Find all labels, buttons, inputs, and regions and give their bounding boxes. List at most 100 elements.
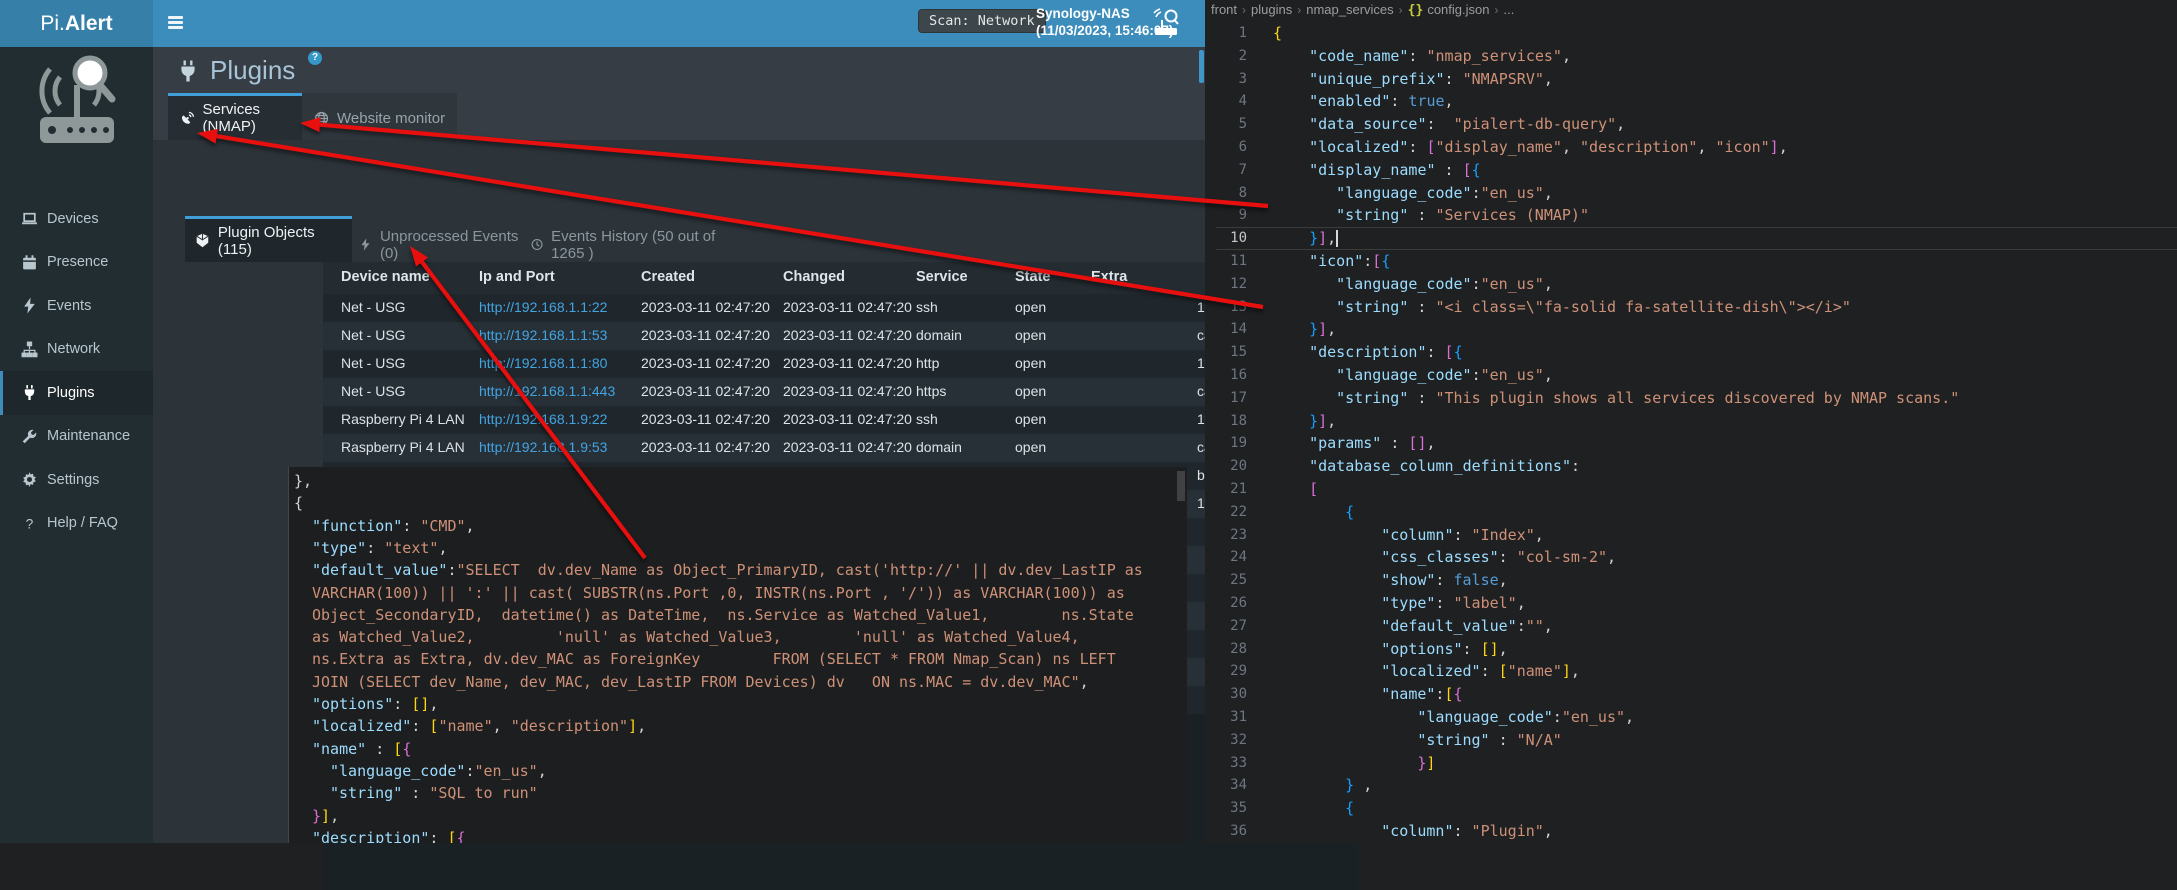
editor-line[interactable]: 36"column": "Plugin", <box>1205 820 2177 843</box>
tab-events-history-50-out-of-1265[interactable]: Events History (50 out of 1265 ) <box>521 223 721 266</box>
editor-line[interactable]: 33}] <box>1205 752 2177 775</box>
json-file-icon: {} <box>1408 3 1424 18</box>
editor-line[interactable]: 27"default_value":"", <box>1205 615 2177 638</box>
editor-line[interactable]: 32"string" : "N/A" <box>1205 729 2177 752</box>
editor-line[interactable]: 28"options": [], <box>1205 638 2177 661</box>
column-header-device-name[interactable]: Device name <box>341 269 430 285</box>
hamburger-menu-icon[interactable] <box>168 16 183 29</box>
service-cell: domain <box>916 327 962 343</box>
satellite-dish-icon <box>180 111 195 126</box>
editor-line[interactable]: 14}], <box>1205 318 2177 341</box>
breadcrumb-item[interactable]: front <box>1211 2 1237 17</box>
ip-port-link[interactable]: http://192.168.1.1:53 <box>479 327 607 343</box>
column-header-created[interactable]: Created <box>641 269 695 285</box>
sql-code-line: as Watched_Value2, 'null' as Watched_Val… <box>289 626 1187 648</box>
sidebar-item-label: Plugins <box>47 385 95 401</box>
editor-line[interactable]: 30"name":[{ <box>1205 683 2177 706</box>
page-title-text: Plugins <box>210 55 295 86</box>
ip-port-link[interactable]: http://192.168.1.9:53 <box>479 439 607 455</box>
column-header-ip-and-port[interactable]: Ip and Port <box>479 269 555 285</box>
column-header-changed[interactable]: Changed <box>783 269 845 285</box>
editor-line[interactable]: 4"enabled": true, <box>1205 90 2177 113</box>
sidebar-item-presence[interactable]: Presence <box>0 241 153 285</box>
ip-port-link[interactable]: http://192.168.1.1:80 <box>479 355 607 371</box>
breadcrumb-item[interactable]: nmap_services <box>1306 2 1393 17</box>
clock-icon <box>531 237 543 252</box>
tab-unprocessed-events-0[interactable]: Unprocessed Events (0) <box>349 223 519 266</box>
editor-line[interactable]: 25"show": false, <box>1205 569 2177 592</box>
breadcrumb[interactable]: front›plugins›nmap_services›{}config.jso… <box>1211 1 1514 19</box>
editor-line[interactable]: 6"localized": ["display_name", "descript… <box>1205 136 2177 159</box>
ip-port-link[interactable]: http://192.168.1.1:22 <box>479 299 607 315</box>
ip-port-link[interactable]: http://192.168.1.9:22 <box>479 411 607 427</box>
state-cell: open <box>1015 355 1046 371</box>
editor-line[interactable]: 21[ <box>1205 478 2177 501</box>
changed-cell: 2023-03-11 02:47:20 <box>783 439 912 455</box>
sql-code-line: "name" : [{ <box>289 738 1187 760</box>
created-cell: 2023-03-11 02:47:20 <box>641 411 770 427</box>
table-row[interactable]: Net - USGhttp://192.168.1.1:222023-03-11… <box>323 294 1358 322</box>
code-editor[interactable]: front›plugins›nmap_services›{}config.jso… <box>1205 0 2177 843</box>
editor-line[interactable]: 9"string" : "Services (NMAP)" <box>1205 204 2177 227</box>
table-row[interactable]: Net - USGhttp://192.168.1.1:4432023-03-1… <box>323 378 1358 406</box>
editor-line[interactable]: 8"language_code":"en_us", <box>1205 182 2177 205</box>
sql-code-line: VARCHAR(100)) || ':' || cast( SUBSTR(ns.… <box>289 582 1187 604</box>
breadcrumb-item[interactable]: plugins <box>1251 2 1292 17</box>
sql-code-line: Object_SecondaryID, datetime() as DateTi… <box>289 604 1187 626</box>
table-row[interactable]: Net - USGhttp://192.168.1.1:802023-03-11… <box>323 350 1358 378</box>
editor-line[interactable]: 15"description": [{ <box>1205 341 2177 364</box>
sidebar-item-plugins[interactable]: Plugins <box>0 371 153 415</box>
tab-plugin-objects-115[interactable]: Plugin Objects (115) <box>185 216 352 262</box>
column-header-extra[interactable]: Extra <box>1091 269 1127 285</box>
editor-line[interactable]: 10}], <box>1205 227 2177 250</box>
app-logo[interactable]: Pi.Alert <box>0 0 153 47</box>
editor-line[interactable]: 16"language_code":"en_us", <box>1205 364 2177 387</box>
editor-line[interactable]: 3"unique_prefix": "NMAPSRV", <box>1205 68 2177 91</box>
editor-line[interactable]: 35{ <box>1205 797 2177 820</box>
text-cursor <box>1336 230 1338 247</box>
column-header-state[interactable]: State <box>1015 269 1050 285</box>
editor-line[interactable]: 7"display_name" : [{ <box>1205 159 2177 182</box>
editor-line[interactable]: 26"type": "label", <box>1205 592 2177 615</box>
sql-code-line: { <box>289 492 1187 514</box>
column-header-service[interactable]: Service <box>916 269 968 285</box>
editor-line[interactable]: 22{ <box>1205 501 2177 524</box>
editor-line[interactable]: 29"localized": ["name"], <box>1205 660 2177 683</box>
editor-line[interactable]: 24"css_classes": "col-sm-2", <box>1205 546 2177 569</box>
sql-code-line: "description": [{ <box>289 827 1187 843</box>
content-scrollbar-thumb[interactable] <box>1199 50 1204 83</box>
sidebar-item-maintenance[interactable]: Maintenance <box>0 415 153 459</box>
editor-line[interactable]: 34} , <box>1205 774 2177 797</box>
editor-line[interactable]: 1{ <box>1205 22 2177 45</box>
sidebar-item-events[interactable]: Events <box>0 284 153 328</box>
sql-code-line: "default_value":"SELECT dv.dev_Name as O… <box>289 559 1187 581</box>
editor-line[interactable]: 23"column": "Index", <box>1205 524 2177 547</box>
editor-line[interactable]: 31"language_code":"en_us", <box>1205 706 2177 729</box>
sidebar-item-help-faq[interactable]: ?Help / FAQ <box>0 502 153 546</box>
sidebar-item-network[interactable]: Network <box>0 328 153 372</box>
editor-line[interactable]: 17"string" : "This plugin shows all serv… <box>1205 387 2177 410</box>
editor-line[interactable]: 5"data_source": "pialert-db-query", <box>1205 113 2177 136</box>
router-scan-icon[interactable] <box>1150 7 1182 39</box>
table-row[interactable]: Raspberry Pi 4 LANhttp://192.168.1.9:532… <box>323 434 1358 462</box>
editor-line[interactable]: 11"icon":[{ <box>1205 250 2177 273</box>
tab-website-monitor[interactable]: Website monitor <box>302 93 457 140</box>
breadcrumb-item[interactable]: ... <box>1503 2 1514 17</box>
editor-line[interactable]: 20"database_column_definitions": <box>1205 455 2177 478</box>
sidebar-item-devices[interactable]: Devices <box>0 197 153 241</box>
changed-cell: 2023-03-11 02:47:20 <box>783 355 912 371</box>
editor-line[interactable]: 19"params" : [], <box>1205 432 2177 455</box>
ip-port-link[interactable]: http://192.168.1.1:443 <box>479 383 615 399</box>
editor-line[interactable]: 18}], <box>1205 410 2177 433</box>
brand-regular: Pi. <box>40 12 65 36</box>
editor-line[interactable]: 2"code_name": "nmap_services", <box>1205 45 2177 68</box>
editor-line[interactable]: 12"language_code":"en_us", <box>1205 273 2177 296</box>
table-row[interactable]: Net - USGhttp://192.168.1.1:532023-03-11… <box>323 322 1358 350</box>
sidebar-item-label: Settings <box>47 472 99 488</box>
editor-line[interactable]: 13"string" : "<i class=\"fa-solid fa-sat… <box>1205 296 2177 319</box>
tab-services-nmap[interactable]: Services (NMAP) <box>168 93 314 140</box>
table-row[interactable]: Raspberry Pi 4 LANhttp://192.168.1.9:222… <box>323 406 1358 434</box>
help-badge[interactable]: ? <box>308 51 322 65</box>
sidebar-item-settings[interactable]: Settings <box>0 458 153 502</box>
breadcrumb-item[interactable]: {}config.json <box>1408 2 1490 17</box>
